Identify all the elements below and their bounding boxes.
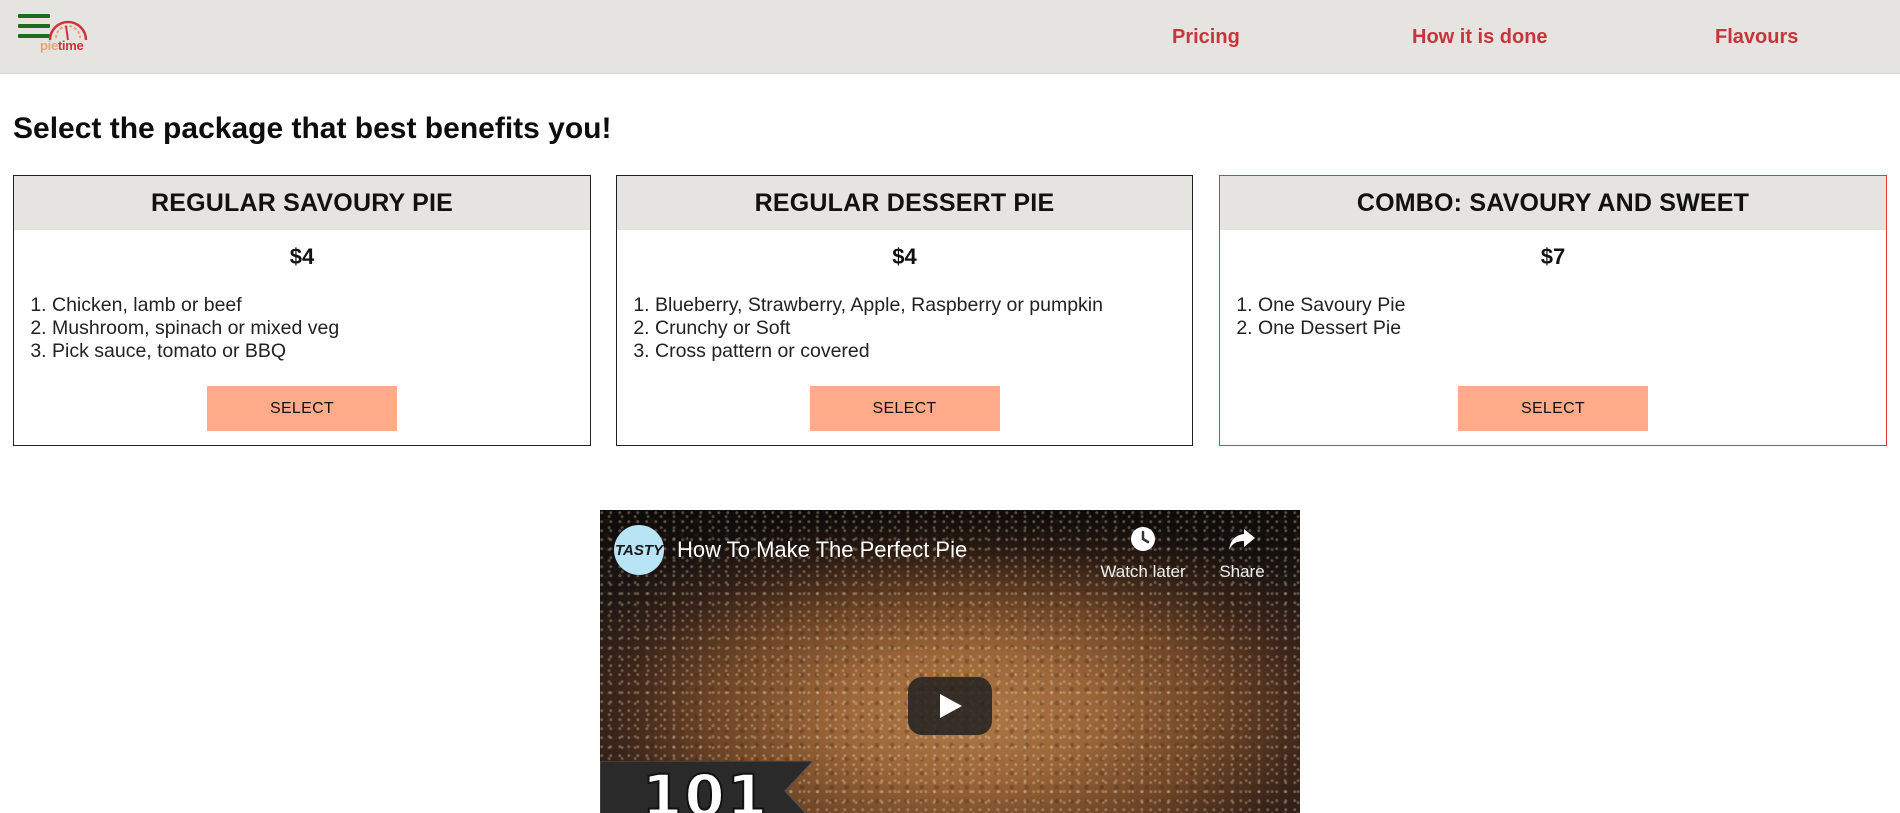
top-navbar: pietime Pricing How it is done Flavours [0,0,1900,74]
pricing-card-dessert: REGULAR DESSERT PIE $4 Blueberry, Strawb… [616,175,1193,446]
pricing-card-combo: COMBO: SAVOURY AND SWEET $7 One Savoury … [1219,175,1887,446]
share-icon [1229,529,1255,550]
share-label: Share [1219,562,1265,581]
card-price: $7 [1540,244,1566,269]
list-item: Cross pattern or covered [655,340,1192,363]
card-feature-list: One Savoury Pie One Dessert Pie [1220,294,1886,366]
clock-icon [1131,527,1155,551]
play-icon [940,694,962,718]
select-button-dessert[interactable]: SELECT [809,386,1000,431]
video-player[interactable]: TASTY How To Make The Perfect Pie Watch … [600,510,1300,813]
play-button[interactable] [908,677,992,735]
card-feature-list: Blueberry, Strawberry, Apple, Raspberry … [617,294,1192,366]
list-item: One Dessert Pie [1258,317,1886,340]
list-item: Crunchy or Soft [655,317,1192,340]
share-button[interactable]: Share [1192,525,1292,582]
video-title[interactable]: How To Make The Perfect Pie [677,537,967,563]
badge-text: 101 [641,762,770,813]
card-feature-list: Chicken, lamb or beef Mushroom, spinach … [14,294,590,366]
list-item: Pick sauce, tomato or BBQ [52,340,590,363]
select-button-savoury[interactable]: SELECT [207,386,397,431]
list-item: One Savoury Pie [1258,294,1886,317]
page-title: Select the package that best benefits yo… [13,112,612,145]
select-button-combo[interactable]: SELECT [1458,386,1648,431]
logo-text: pietime [40,38,84,53]
nav-link-pricing[interactable]: Pricing [1172,26,1240,49]
list-item: Mushroom, spinach or mixed veg [52,317,590,340]
nav-link-how-it-is-done[interactable]: How it is done [1412,26,1548,49]
list-item: Blueberry, Strawberry, Apple, Raspberry … [655,294,1192,317]
pietime-logo[interactable]: pietime [40,16,94,56]
watch-later-button[interactable]: Watch later [1093,525,1193,582]
watch-later-label: Watch later [1100,562,1186,581]
pricing-card-savoury: REGULAR SAVOURY PIE $4 Chicken, lamb or … [13,175,591,446]
card-title: REGULAR DESSERT PIE [617,176,1192,230]
episode-badge: 101 [600,760,815,813]
card-price: $4 [892,244,917,269]
card-title: REGULAR SAVOURY PIE [14,176,590,230]
channel-avatar[interactable]: TASTY [614,525,664,575]
list-item: Chicken, lamb or beef [52,294,590,317]
nav-link-flavours[interactable]: Flavours [1715,26,1798,49]
card-title: COMBO: SAVOURY AND SWEET [1220,176,1886,230]
card-price: $4 [289,244,315,269]
